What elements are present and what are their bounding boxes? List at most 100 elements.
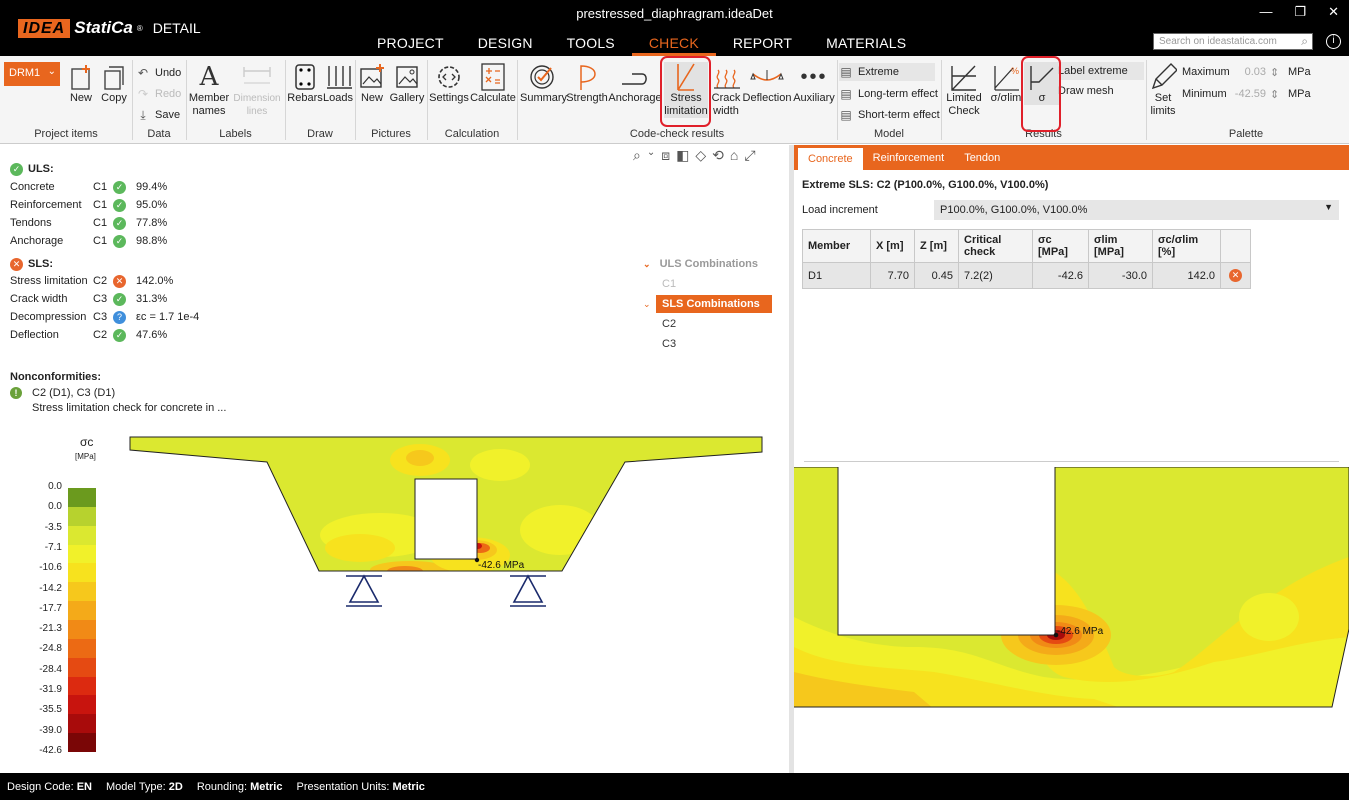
- chevron-down-icon[interactable]: ⌄: [647, 147, 655, 164]
- tab-reinforcement[interactable]: Reinforcement: [863, 145, 955, 170]
- dimension-lines-label-2: lines: [246, 106, 268, 117]
- view-plane-icon[interactable]: ◇: [695, 147, 706, 164]
- set-limits-button[interactable]: Set limits: [1146, 62, 1180, 118]
- undo-icon: ↶: [137, 66, 149, 80]
- group-caption-pictures: Pictures: [371, 128, 411, 140]
- auxiliary-button[interactable]: ••• Auxiliary: [792, 62, 836, 105]
- deflection-button[interactable]: Deflection: [742, 62, 792, 105]
- member-names-button[interactable]: A Member names: [187, 62, 231, 118]
- tab-concrete[interactable]: Concrete: [798, 148, 863, 170]
- zoom-icon[interactable]: ⌕: [633, 147, 641, 164]
- undo-button[interactable]: ↶ Undo: [136, 64, 181, 82]
- short-term-icon: ▤: [840, 108, 852, 122]
- sls-row[interactable]: Crack width C3 ✓ 31.3%: [10, 290, 210, 308]
- new-picture-icon: [355, 62, 389, 92]
- search-icon[interactable]: ⌕: [1301, 34, 1308, 49]
- gallery-button[interactable]: Gallery: [389, 62, 425, 105]
- extreme-button[interactable]: ▤ Extreme: [839, 63, 935, 81]
- limited-check-button[interactable]: Limited Check: [942, 62, 986, 118]
- uls-row-combo: C1: [93, 235, 108, 247]
- legend-color-band: [68, 601, 96, 621]
- save-button[interactable]: ⤓ Save: [136, 106, 180, 124]
- menu-materials[interactable]: MATERIALS: [809, 32, 923, 56]
- legend-tick-label: -7.1: [44, 541, 62, 553]
- support-right-icon: [510, 574, 546, 607]
- sigma-ratio-button[interactable]: % σ/σlim: [988, 62, 1024, 105]
- table-row[interactable]: D1 7.70 0.45 7.2(2) -42.6 -30.0 142.0 ✕: [802, 262, 1251, 289]
- tab-tendon[interactable]: Tendon: [954, 145, 1010, 170]
- set-limits-label-1: Set: [1154, 92, 1172, 104]
- uls-row[interactable]: Reinforcement C1 ✓ 95.0%: [10, 196, 170, 214]
- check-icon: ✓: [10, 162, 23, 176]
- group-caption-draw: Draw: [307, 128, 333, 140]
- detail-zoom-view[interactable]: -42.6 MPa: [794, 467, 1349, 709]
- copy-item-button[interactable]: Copy: [98, 62, 130, 105]
- member-selector[interactable]: DRM1 ⌄: [4, 62, 60, 86]
- sls-row[interactable]: Stress limitation C2 ✕ 142.0%: [10, 272, 210, 290]
- sls-row[interactable]: Deflection C2 ✓ 47.6%: [10, 326, 210, 344]
- menu-design[interactable]: DESIGN: [461, 32, 550, 56]
- short-term-effect-button[interactable]: ▤ Short-term effect: [839, 106, 939, 124]
- app-logo: IDEA StatiCa ® DETAIL: [18, 18, 201, 38]
- uls-row[interactable]: Tendons C1 ✓ 77.8%: [10, 214, 170, 232]
- sls-title: SLS:: [28, 258, 54, 270]
- chevron-down-icon[interactable]: ⌄: [643, 299, 651, 309]
- long-term-effect-button[interactable]: ▤ Long-term effect: [839, 85, 938, 103]
- summary-button[interactable]: Summary: [520, 62, 567, 105]
- sls-row[interactable]: Decompression C3 ? εc = 1.7 1e-4: [10, 308, 210, 326]
- help-icon[interactable]: i: [1326, 34, 1341, 49]
- crack-width-button[interactable]: Crack width: [710, 62, 742, 118]
- calculate-button[interactable]: Calculate: [470, 62, 516, 105]
- label-extreme-toggle[interactable]: Label extreme: [1058, 62, 1144, 80]
- menu-tools[interactable]: TOOLS: [550, 32, 632, 56]
- draw-mesh-toggle[interactable]: Draw mesh: [1058, 82, 1114, 100]
- new-picture-button[interactable]: New: [355, 62, 389, 105]
- sls-combinations-header[interactable]: SLS Combinations: [656, 295, 772, 313]
- legend-unit: [MPa]: [75, 452, 96, 461]
- combination-item-c1[interactable]: C1: [662, 275, 676, 293]
- legend-color-band: [68, 695, 96, 715]
- minimum-input[interactable]: -42.59: [1220, 88, 1266, 100]
- menu-project[interactable]: PROJECT: [360, 32, 461, 56]
- extreme-stress-label: -42.6 MPa: [478, 560, 525, 571]
- home-icon[interactable]: ⌂: [730, 147, 738, 164]
- rebars-button[interactable]: Rebars: [287, 62, 323, 105]
- settings-button[interactable]: Settings: [428, 62, 470, 105]
- loads-button[interactable]: Loads: [323, 62, 353, 105]
- copy-icon: [98, 62, 130, 92]
- restore-button[interactable]: ❐: [1294, 4, 1306, 20]
- menu-report[interactable]: REPORT: [716, 32, 809, 56]
- maximum-input[interactable]: 0.03: [1220, 66, 1266, 78]
- chevron-down-icon: ⌄: [643, 259, 651, 269]
- anchorage-button[interactable]: Anchorage: [608, 62, 662, 105]
- status-units-value: Metric: [392, 780, 425, 793]
- maximum-spinner[interactable]: ⇕: [1270, 63, 1279, 81]
- uls-combinations-header[interactable]: ⌄ ULS Combinations: [643, 255, 758, 273]
- dropdown-arrow-icon: ▼: [1324, 202, 1333, 212]
- load-increment-select[interactable]: P100.0%, G100.0%, V100.0% ▼: [934, 200, 1339, 220]
- close-button[interactable]: ✕: [1328, 4, 1339, 20]
- uls-row[interactable]: Anchorage C1 ✓ 98.8%: [10, 232, 170, 250]
- legend-tick-label: -17.7: [39, 602, 62, 614]
- search-input[interactable]: Search on ideastatica.com ⌕: [1153, 33, 1313, 50]
- minimize-button[interactable]: —: [1259, 4, 1272, 20]
- combination-item-c2[interactable]: C2: [662, 315, 676, 333]
- strength-button[interactable]: Strength: [566, 62, 608, 105]
- minimum-spinner[interactable]: ⇕: [1270, 85, 1279, 103]
- redo-button[interactable]: ↷ Redo: [136, 85, 181, 103]
- view-solid-icon[interactable]: ◧: [676, 147, 689, 164]
- menu-check[interactable]: CHECK: [631, 32, 716, 56]
- sigma-ratio-label: σ/σlim: [990, 92, 1022, 104]
- combination-item-c3[interactable]: C3: [662, 335, 676, 353]
- group-caption-calculation: Calculation: [444, 128, 500, 140]
- view-rotate-icon[interactable]: ⟲: [712, 147, 724, 164]
- section-view[interactable]: -42.6 MPa: [120, 430, 780, 610]
- dimension-lines-button[interactable]: Dimension lines: [231, 62, 283, 118]
- uls-row[interactable]: Concrete C1 ✓ 99.4%: [10, 178, 170, 196]
- table-header-row: Member X [m] Z [m] Critical check σc [MP…: [802, 229, 1251, 263]
- fullscreen-icon[interactable]: ⤢: [744, 147, 755, 164]
- view-3d-icon[interactable]: ⧈: [661, 147, 670, 164]
- check-icon: ✓: [113, 234, 126, 248]
- deflection-icon: [742, 62, 792, 92]
- new-item-button[interactable]: New: [64, 62, 98, 105]
